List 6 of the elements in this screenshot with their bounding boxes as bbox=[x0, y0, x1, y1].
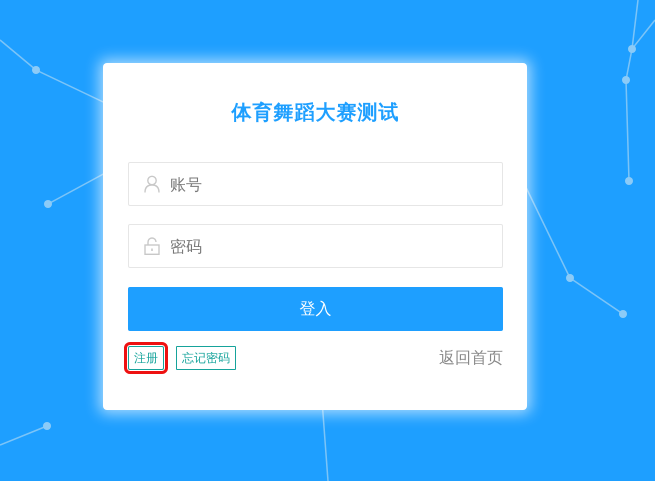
app-title: 体育舞蹈大赛测试 bbox=[230, 99, 400, 126]
login-button[interactable]: 登入 bbox=[128, 287, 503, 331]
link-button[interactable]: 忘记密码 bbox=[176, 346, 236, 370]
home-link[interactable]: 返回首页 bbox=[439, 348, 503, 368]
input-field[interactable]: 账号 bbox=[128, 162, 503, 206]
input-field[interactable]: 密码 bbox=[128, 224, 503, 268]
